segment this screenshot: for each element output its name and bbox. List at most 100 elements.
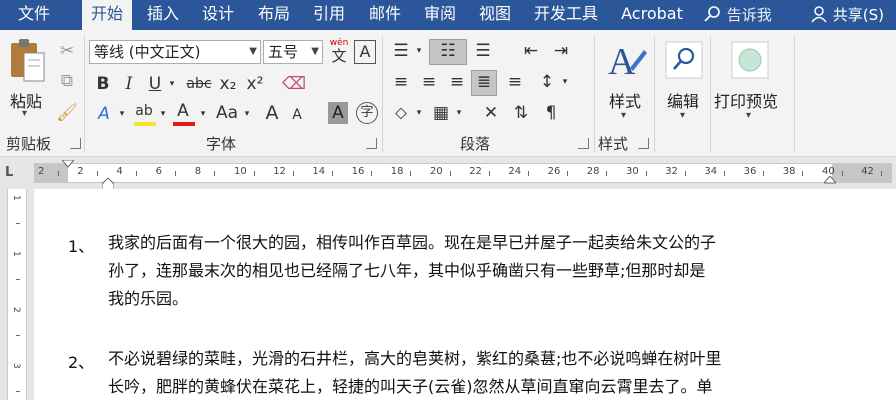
right-indent-marker-icon[interactable] xyxy=(824,176,836,186)
tab-stop-selector[interactable]: L xyxy=(5,165,23,183)
vertical-ruler[interactable]: 1 1 2 3 xyxy=(7,189,27,400)
group-divider xyxy=(594,36,595,152)
borders-dropdown-icon[interactable]: ▾ xyxy=(454,102,464,124)
text-effects-dropdown-icon[interactable]: ▾ xyxy=(117,103,127,125)
line-spacing-icon[interactable]: ↕ xyxy=(534,71,560,93)
text-line: 我的乐园。 xyxy=(108,289,189,308)
share-button[interactable]: 共享(S) xyxy=(810,4,884,26)
highlight-color-bar xyxy=(134,122,156,126)
grow-font-button[interactable]: A xyxy=(262,102,282,124)
ruler-number: 30 xyxy=(626,166,639,177)
cut-icon[interactable]: ✂ xyxy=(56,40,78,62)
ruler-number: 26 xyxy=(547,166,561,177)
strikethrough-button[interactable]: abc xyxy=(184,73,214,95)
clear-formatting-icon[interactable]: ⌫ xyxy=(282,73,306,95)
bullets-dropdown-icon[interactable]: ▾ xyxy=(414,40,424,62)
tab-mailings[interactable]: 邮件 xyxy=(362,0,408,30)
font-color-dropdown-icon[interactable]: ▾ xyxy=(198,103,208,125)
copy-icon[interactable]: ⧉ xyxy=(56,70,78,92)
font-size-combo[interactable]: 五号 ▼ xyxy=(263,40,323,64)
increase-indent-icon[interactable]: ⇥ xyxy=(548,40,574,62)
paragraph-1[interactable]: 我家的后面有一个很大的园，相传叫作百草园。现在是早已并屋子一起卖给朱文公的子 孙… xyxy=(108,229,716,313)
highlight-dropdown-icon[interactable]: ▾ xyxy=(158,103,168,125)
ruler-tick xyxy=(528,171,529,176)
change-case-dropdown-icon[interactable]: ▾ xyxy=(242,103,252,125)
styles-launcher-icon[interactable] xyxy=(638,138,649,149)
highlight-icon[interactable]: ab xyxy=(132,100,156,122)
numbering-icon[interactable]: ☷ xyxy=(429,39,467,65)
shrink-font-button[interactable]: A xyxy=(288,104,306,126)
editing-dropdown-icon[interactable]: ▾ xyxy=(680,110,685,121)
bold-button[interactable]: B xyxy=(93,73,113,95)
align-center-icon[interactable]: ≡ xyxy=(416,71,442,93)
person-icon xyxy=(811,6,827,23)
tab-references[interactable]: 引用 xyxy=(306,0,352,30)
format-painter-icon[interactable]: 🖌 xyxy=(56,102,78,124)
tab-insert[interactable]: 插入 xyxy=(140,0,186,30)
print-preview-button[interactable]: 打印预览 ▾ xyxy=(714,38,788,130)
first-line-indent-marker-icon[interactable] xyxy=(62,160,74,168)
character-border-button[interactable]: A xyxy=(354,40,376,64)
horizontal-ruler-area: L 2 2 4 6 8 10 12 14 16 18 20 22 24 26 28 30 32 34 36 38 40 4… xyxy=(0,157,896,192)
group-divider xyxy=(382,36,383,152)
font-launcher-icon[interactable] xyxy=(366,138,377,149)
underline-button[interactable]: U xyxy=(146,73,164,95)
paragraph-2[interactable]: 不必说碧绿的菜畦，光滑的石井栏，高大的皂荚树，紫红的桑葚;也不必说鸣蝉在树叶里 … xyxy=(108,345,721,400)
tab-review[interactable]: 审阅 xyxy=(417,0,463,30)
bullets-icon[interactable]: ☰ xyxy=(388,40,414,62)
document-page[interactable]: 1、 我家的后面有一个很大的园，相传叫作百草园。现在是早已并屋子一起卖给朱文公的… xyxy=(34,189,896,400)
text-effects-icon[interactable]: A xyxy=(93,103,115,125)
shading-dropdown-icon[interactable]: ▾ xyxy=(414,102,424,124)
vruler-tick xyxy=(16,223,20,224)
shading-icon[interactable]: ⬦ xyxy=(388,102,414,124)
align-left-icon[interactable]: ≡ xyxy=(388,71,414,93)
multilevel-list-icon[interactable]: ☰ xyxy=(470,40,496,62)
asian-layout-icon[interactable]: ✕ xyxy=(478,102,504,124)
subscript-button[interactable]: x₂ xyxy=(217,73,239,95)
underline-dropdown-icon[interactable]: ▾ xyxy=(166,73,178,95)
distributed-icon[interactable]: ≡ xyxy=(502,71,528,93)
decrease-indent-icon[interactable]: ⇤ xyxy=(518,40,544,62)
styles-icon: A xyxy=(608,41,647,82)
styles-button[interactable]: A 样式 ▾ xyxy=(600,38,650,130)
phonetic-guide-button[interactable]: wén 文 xyxy=(328,38,350,66)
change-case-button[interactable]: Aa xyxy=(214,102,240,124)
group-divider xyxy=(710,36,711,152)
styles-dropdown-icon[interactable]: ▾ xyxy=(621,110,626,121)
editing-button[interactable]: 编辑 ▾ xyxy=(660,38,708,130)
group-divider xyxy=(654,36,655,152)
justify-icon[interactable]: ≣ xyxy=(471,70,497,96)
paragraph-launcher-icon[interactable] xyxy=(578,138,589,149)
enclose-characters-icon[interactable]: 字 xyxy=(356,102,378,124)
ruler-tick xyxy=(449,171,451,176)
clipboard-launcher-icon[interactable] xyxy=(70,138,81,149)
character-shading-icon[interactable]: A xyxy=(328,102,348,124)
borders-icon[interactable]: ▦ xyxy=(428,102,454,124)
tab-view[interactable]: 视图 xyxy=(472,0,518,30)
tab-file[interactable]: 文件 xyxy=(4,0,64,30)
ruler-number: 12 xyxy=(273,166,286,177)
print-preview-dropdown-icon[interactable]: ▾ xyxy=(746,110,751,121)
superscript-button[interactable]: x² xyxy=(244,73,266,95)
align-right-icon[interactable]: ≡ xyxy=(444,71,470,93)
text-line: 不必说碧绿的菜畦，光滑的石井栏，高大的皂荚树，紫红的桑葚;也不必说鸣蝉在树叶里 xyxy=(108,349,722,368)
tab-design[interactable]: 设计 xyxy=(195,0,241,30)
tab-acrobat[interactable]: Acrobat xyxy=(615,0,689,30)
ruler-tick xyxy=(567,171,569,176)
font-name-combo[interactable]: 等线 (中文正文) ▼ xyxy=(89,40,261,64)
ruler-tick xyxy=(841,171,843,176)
font-name-value: 等线 (中文正文) xyxy=(94,43,201,61)
horizontal-ruler[interactable]: 2 2 4 6 8 10 12 14 16 18 20 22 24 26 28 30 32 34 36 38 40 42 xyxy=(34,160,892,192)
line-spacing-dropdown-icon[interactable]: ▾ xyxy=(560,71,570,93)
tab-layout[interactable]: 布局 xyxy=(251,0,297,30)
tab-developer[interactable]: 开发工具 xyxy=(526,0,606,30)
italic-button[interactable]: I xyxy=(120,73,138,95)
ruler-number: 14 xyxy=(312,166,326,177)
tell-me-box[interactable]: 告诉我 xyxy=(704,4,772,26)
font-color-icon[interactable]: A xyxy=(172,100,194,122)
paste-button[interactable]: 粘贴 ▾ xyxy=(6,38,50,119)
paste-dropdown-arrow-icon[interactable]: ▾ xyxy=(22,108,27,119)
show-hide-marks-icon[interactable]: ¶ xyxy=(538,102,564,124)
tab-home[interactable]: 开始 xyxy=(82,0,132,31)
sort-icon[interactable]: ⇅ xyxy=(508,102,534,124)
